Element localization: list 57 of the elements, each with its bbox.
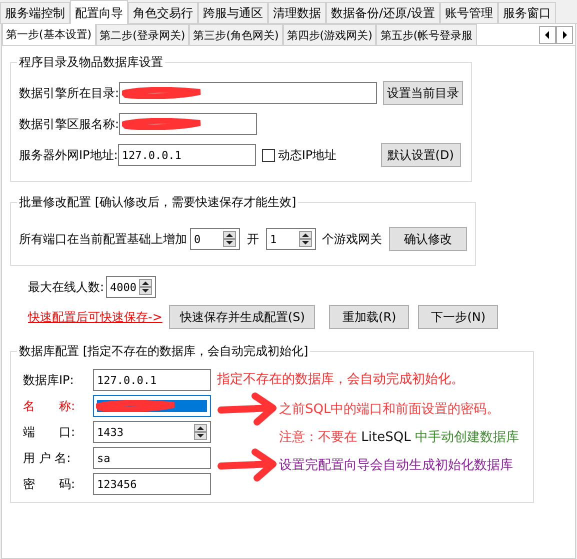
reload-button[interactable]: 重加载(R)	[329, 305, 410, 329]
input-field[interactable]: sa	[93, 447, 211, 469]
annotation-text: 注意：不要在 LiteSQL 中手动创建数据库	[279, 429, 519, 446]
default-settings-button[interactable]: 默认设置(D)	[380, 143, 461, 167]
input-field[interactable]: 127.0.0.1	[93, 369, 211, 391]
checkbox[interactable]	[262, 148, 275, 162]
field-label: 个游戏网关	[322, 230, 382, 248]
field-label: 所有端口在当前配置基础上增加	[19, 230, 187, 248]
tab[interactable]: 清理数据	[268, 2, 326, 23]
tab[interactable]: 第三步(角色网关)	[189, 24, 283, 45]
confirm-change-button[interactable]: 确认修改	[389, 227, 467, 251]
spin-buttons-icon[interactable]	[139, 279, 152, 295]
tab[interactable]: 第一步(基本设置)	[2, 24, 96, 45]
input-field[interactable]	[93, 395, 211, 417]
field-label: 数据引擎所在目录:	[19, 84, 120, 102]
number-field[interactable]: 1433	[93, 421, 211, 443]
number-field[interactable]: 4000	[106, 276, 156, 298]
input-field[interactable]: 123456	[93, 473, 211, 495]
tab-scroll-arrows-icon[interactable]	[539, 26, 573, 44]
input-field[interactable]	[119, 113, 258, 135]
set-directory-button[interactable]: 设置当前目录	[383, 81, 464, 105]
spin-buttons-icon[interactable]	[223, 231, 236, 247]
annotation-text: 设置完配置向导会自动生成初始化数据库	[279, 457, 513, 474]
tab[interactable]: 第四步(游戏网关)	[282, 24, 376, 45]
input-field[interactable]: 127.0.0.1	[118, 144, 256, 166]
group-title: 数据库配置 [指定不存在的数据库，会自动完成初始化]	[18, 343, 310, 360]
field-label: 服务器外网IP地址:	[19, 146, 118, 164]
quick-save-link[interactable]: 快速配置后可快速保存->	[28, 308, 162, 326]
field-label: 端 口:	[23, 424, 76, 440]
next-step-button[interactable]: 下一步(N)	[418, 305, 498, 329]
field-label: 数据引擎区服名称:	[19, 116, 120, 132]
number-field[interactable]: 1	[266, 228, 316, 250]
field-label: 名 称:	[23, 398, 76, 414]
number-field[interactable]: 0	[190, 228, 240, 250]
checkbox-label: 动态IP地址	[278, 146, 337, 164]
group-title: 程序目录及物品数据库设置	[18, 54, 164, 71]
tab[interactable]: 第五步(帐号登录服	[376, 24, 477, 45]
tab[interactable]: 服务端控制	[0, 2, 70, 23]
tab[interactable]: 服务窗口	[498, 2, 556, 23]
field-label: 开	[247, 230, 259, 248]
tab[interactable]: 角色交易行	[128, 2, 198, 23]
tab[interactable]: 第二步(登录网关)	[96, 24, 190, 45]
tab[interactable]: 跨服与通区	[198, 2, 268, 23]
group-title: 批量修改配置 [确认修改后，需要快速保存才能生效]	[18, 194, 298, 211]
field-label: 最大在线人数:	[28, 278, 104, 296]
input-field[interactable]	[119, 82, 378, 104]
field-label: 数据库IP:	[23, 372, 75, 388]
spin-buttons-icon[interactable]	[194, 424, 207, 440]
tab[interactable]: 数据备份/还原/设置	[326, 2, 440, 23]
field-label: 密 码:	[23, 476, 76, 492]
quick-save-button[interactable]: 快速保存并生成配置(S)	[169, 305, 316, 329]
annotation-text: 之前SQL中的端口和前面设置的密码。	[279, 401, 500, 418]
tab[interactable]: 账号管理	[440, 2, 498, 23]
field-label: 用 户 名:	[23, 450, 72, 466]
tab[interactable]: 配置向导	[70, 0, 128, 24]
spin-buttons-icon[interactable]	[299, 231, 312, 247]
annotation-text: 指定不存在的数据库，会自动完成初始化。	[217, 371, 464, 388]
